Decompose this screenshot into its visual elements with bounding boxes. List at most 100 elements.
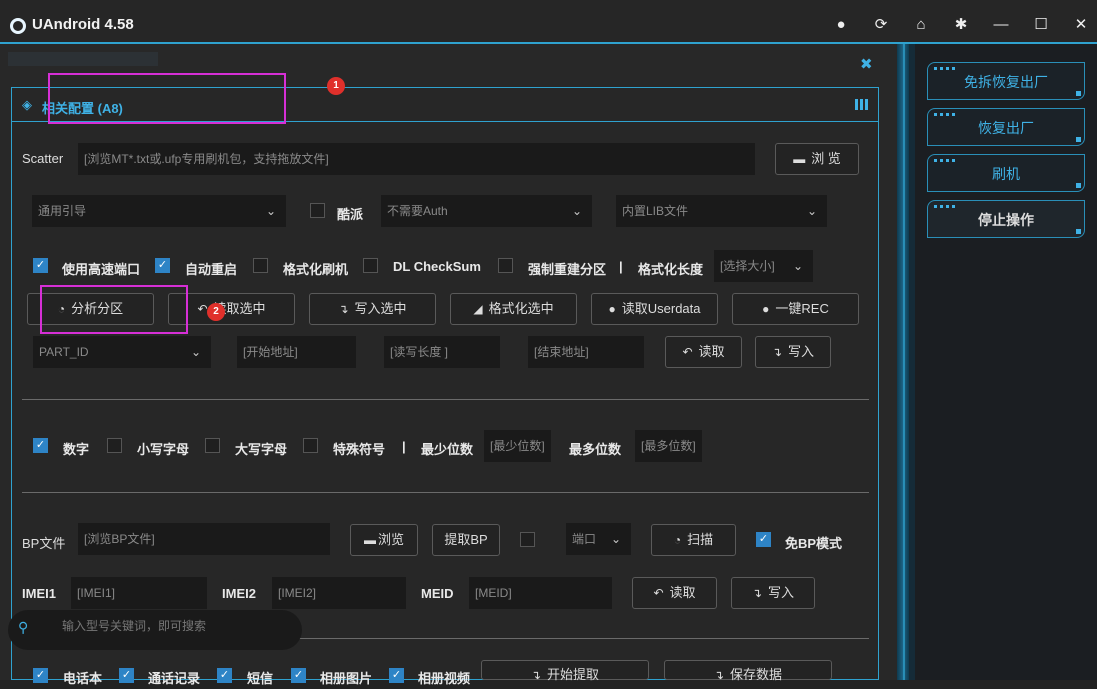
sidebar-item-label: 恢复出厂 (978, 120, 1034, 136)
format-selected-button[interactable]: ◢ 格式化选中 (450, 293, 577, 325)
photos-label: 相册图片 (320, 671, 373, 686)
sms-checkbox[interactable]: ✓ (217, 668, 232, 683)
one-key-rec-button[interactable]: ● 一键REC (732, 293, 859, 325)
minimize-icon[interactable]: — (990, 14, 1012, 36)
call-log-checkbox[interactable]: ✓ (119, 668, 134, 683)
kupai-checkbox[interactable] (310, 203, 325, 218)
divider (22, 492, 869, 493)
undo-arrow-icon: ↶ (197, 302, 208, 316)
extract-bp-button[interactable]: 提取BP (432, 524, 500, 556)
scatter-input[interactable]: [浏览MT*.txt或.ufp专用刷机包，支持拖放文件] (78, 143, 755, 175)
factory-reset-button[interactable]: 恢复出厂 (927, 108, 1085, 146)
start-address-input[interactable]: [开始地址] (237, 336, 356, 368)
stop-operation-button[interactable]: 停止操作 (927, 200, 1085, 238)
free-bp-checkbox[interactable]: ✓ (756, 532, 771, 547)
scan-button[interactable]: ◔ 扫描 (651, 524, 736, 556)
globe-icon[interactable]: ● (830, 14, 852, 36)
search-icon: ⚲ (18, 619, 29, 635)
bp-file-label: BP文件 (22, 536, 66, 551)
read-label: 读取 (698, 344, 725, 359)
uppercase-label: 大写字母 (235, 442, 288, 457)
auto-restart-label: 自动重启 (185, 262, 238, 277)
dl-checksum-label: DL CheckSum (393, 259, 481, 274)
write-selected-label: 写入选中 (354, 301, 407, 316)
special-chars-checkbox[interactable] (303, 438, 318, 453)
save-data-button[interactable]: ↴ 保存数据 (664, 660, 832, 682)
chevron-down-icon: ⌄ (610, 532, 621, 546)
size-select-value: [选择大小] (720, 259, 775, 273)
right-sidebar: 免拆恢复出厂 恢复出厂 刷机 停止操作 (897, 44, 1097, 680)
decor-dots (934, 67, 958, 70)
decor-dots (934, 159, 958, 162)
separator: | (402, 439, 406, 454)
uppercase-checkbox[interactable] (205, 438, 220, 453)
rw-length-input[interactable]: [读写长度 ] (384, 336, 500, 368)
imei1-label: IMEI1 (22, 586, 56, 601)
close-window-icon[interactable]: ✕ (1070, 14, 1092, 36)
close-panel-icon[interactable]: ✖ (860, 55, 873, 73)
max-digits-input[interactable]: [最多位数] (635, 430, 702, 462)
divider (22, 399, 869, 400)
force-rebuild-checkbox[interactable] (498, 258, 513, 273)
imei-write-button[interactable]: ↴ 写入 (731, 577, 815, 609)
write-selected-button[interactable]: ↴ 写入选中 (309, 293, 436, 325)
undo-arrow-icon: ↶ (682, 345, 693, 359)
dl-checksum-checkbox[interactable] (363, 258, 378, 273)
layers-icon: ◈ (22, 97, 32, 112)
end-address-input[interactable]: [结束地址] (528, 336, 644, 368)
imei1-input[interactable]: [IMEI1] (71, 577, 207, 609)
partition-read-button[interactable]: ↶ 读取 (665, 336, 742, 368)
high-speed-port-checkbox[interactable]: ✓ (33, 258, 48, 273)
grid-icon[interactable] (855, 99, 868, 110)
bp-file-input[interactable]: [浏览BP文件] (78, 523, 330, 555)
part-id-value: PART_ID (39, 345, 89, 359)
separator: | (619, 259, 623, 274)
user-icon: ● (762, 302, 770, 316)
boot-select[interactable]: 通用引导 ⌄ (32, 195, 286, 227)
contacts-checkbox[interactable]: ✓ (33, 668, 48, 683)
digits-checkbox[interactable]: ✓ (33, 438, 48, 453)
scatter-browse-button[interactable]: ▬ 浏 览 (775, 143, 859, 175)
format-length-label: 格式化长度 (638, 262, 704, 277)
flash-button[interactable]: 刷机 (927, 154, 1085, 192)
decor-corner (1076, 91, 1081, 96)
decor-dots (934, 205, 958, 208)
port-select[interactable]: 端口 ⌄ (566, 523, 631, 555)
start-extract-button[interactable]: ↴ 开始提取 (481, 660, 649, 682)
maximize-icon[interactable]: ☐ (1030, 14, 1052, 36)
write-arrow-icon: ↴ (751, 586, 763, 600)
read-userdata-button[interactable]: ● 读取Userdata (591, 293, 718, 325)
port-checkbox[interactable] (520, 532, 535, 547)
highlight-box-2 (40, 285, 188, 334)
imei2-input[interactable]: [IMEI2] (272, 577, 406, 609)
min-digits-input[interactable]: [最少位数] (484, 430, 551, 462)
size-select[interactable]: [选择大小] ⌄ (714, 250, 813, 282)
app-title: UAndroid 4.58 (32, 16, 134, 33)
settings-gear-icon[interactable]: ✱ (950, 14, 972, 36)
format-flash-checkbox[interactable] (253, 258, 268, 273)
title-bar: UAndroid 4.58 ● ⟳ ⌂ ✱ — ☐ ✕ (0, 0, 1097, 44)
photos-checkbox[interactable]: ✓ (291, 668, 306, 683)
lib-select-value: 内置LIB文件 (622, 204, 689, 218)
videos-checkbox[interactable]: ✓ (389, 668, 404, 683)
folder-open-icon: ▬ (363, 533, 376, 547)
read-userdata-label: 读取Userdata (621, 301, 701, 316)
home-icon[interactable]: ⌂ (910, 14, 932, 36)
lowercase-label: 小写字母 (137, 442, 190, 457)
decor-corner (1076, 183, 1081, 188)
lib-select[interactable]: 内置LIB文件 ⌄ (616, 195, 827, 227)
auto-restart-checkbox[interactable]: ✓ (155, 258, 170, 273)
refresh-icon[interactable]: ⟳ (870, 14, 892, 36)
part-id-select[interactable]: PART_ID ⌄ (33, 336, 211, 368)
decor-dots (934, 113, 958, 116)
auth-select[interactable]: 不需要Auth ⌄ (381, 195, 592, 227)
scan-label: 扫描 (687, 532, 714, 547)
user-icon: ● (608, 302, 616, 316)
browse-label: 浏 览 (811, 151, 841, 166)
lowercase-checkbox[interactable] (107, 438, 122, 453)
imei-read-button[interactable]: ↶ 读取 (632, 577, 717, 609)
partition-write-button[interactable]: ↴ 写入 (755, 336, 831, 368)
meid-input[interactable]: [MEID] (469, 577, 612, 609)
factory-reset-no-disassembly-button[interactable]: 免拆恢复出厂 (927, 62, 1085, 100)
bp-browse-button[interactable]: ▬ 浏览 (350, 524, 418, 556)
